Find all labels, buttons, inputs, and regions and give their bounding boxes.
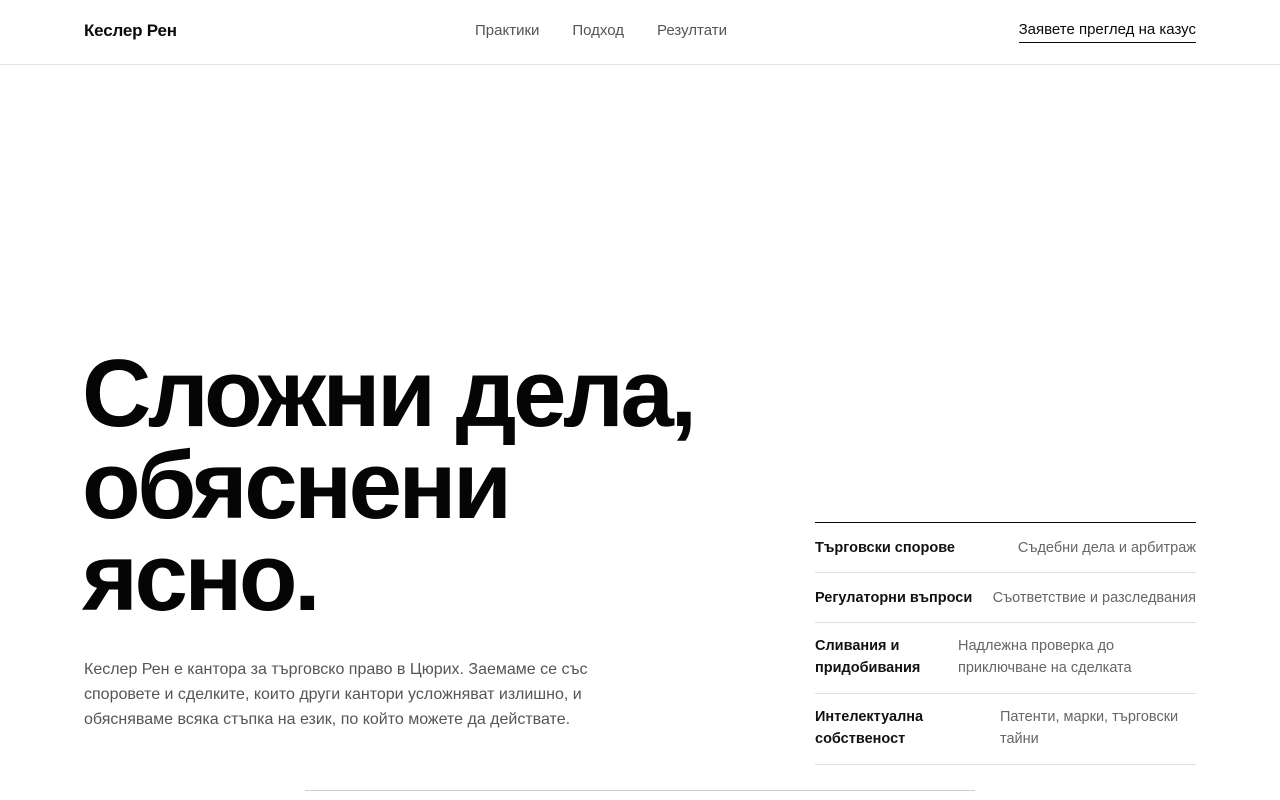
nav-link-practices[interactable]: Практики xyxy=(475,22,539,39)
practice-name: Търговски спорове xyxy=(815,540,955,556)
main-nav: Практики Подход Резултати xyxy=(475,22,727,39)
practice-description: Съответствие и разследвания xyxy=(992,590,1196,606)
hero-title: Сложни дела, обяснени ясно. xyxy=(82,346,782,626)
hero-title-line-1: Сложни дела, xyxy=(82,340,697,447)
hero-title-line-3: ясно. xyxy=(82,524,321,631)
practice-name: Регулаторни въпроси xyxy=(815,590,973,606)
nav-link-approach[interactable]: Подход xyxy=(572,22,624,39)
practice-name: Интелектуална собственост xyxy=(815,709,924,747)
section-divider xyxy=(305,790,975,791)
practice-row-intellectual-property[interactable]: Интелектуална собственост Патенти, марки… xyxy=(815,694,1196,765)
practice-description: Надлежна проверка до приключване на сдел… xyxy=(958,638,1132,676)
practice-row-regulatory[interactable]: Регулаторни въпроси Съответствие и разсл… xyxy=(815,573,1196,623)
practice-description: Съдебни дела и арбитраж xyxy=(1017,540,1196,556)
practice-row-commercial-disputes[interactable]: Търговски спорове Съдебни дела и арбитра… xyxy=(815,523,1196,573)
nav-link-results[interactable]: Резултати xyxy=(657,22,727,39)
practice-description: Патенти, марки, търговски тайни xyxy=(1000,709,1179,747)
practice-areas-list: Търговски спорове Съдебни дела и арбитра… xyxy=(815,522,1196,765)
top-navigation-bar: Кеслер Рен Практики Подход Резултати Зая… xyxy=(0,0,1280,65)
practice-row-mergers-acquisitions[interactable]: Сливания и придобивания Надлежна проверк… xyxy=(815,623,1196,694)
practice-name: Сливания и придобивания xyxy=(815,638,921,676)
hero-title-line-2: обяснени xyxy=(82,432,512,539)
hero-description: Кеслер Рен е кантора за търговско право … xyxy=(84,661,588,728)
request-case-review-link[interactable]: Заявете преглед на казус xyxy=(1018,21,1196,43)
brand-logo[interactable]: Кеслер Рен xyxy=(84,21,177,41)
